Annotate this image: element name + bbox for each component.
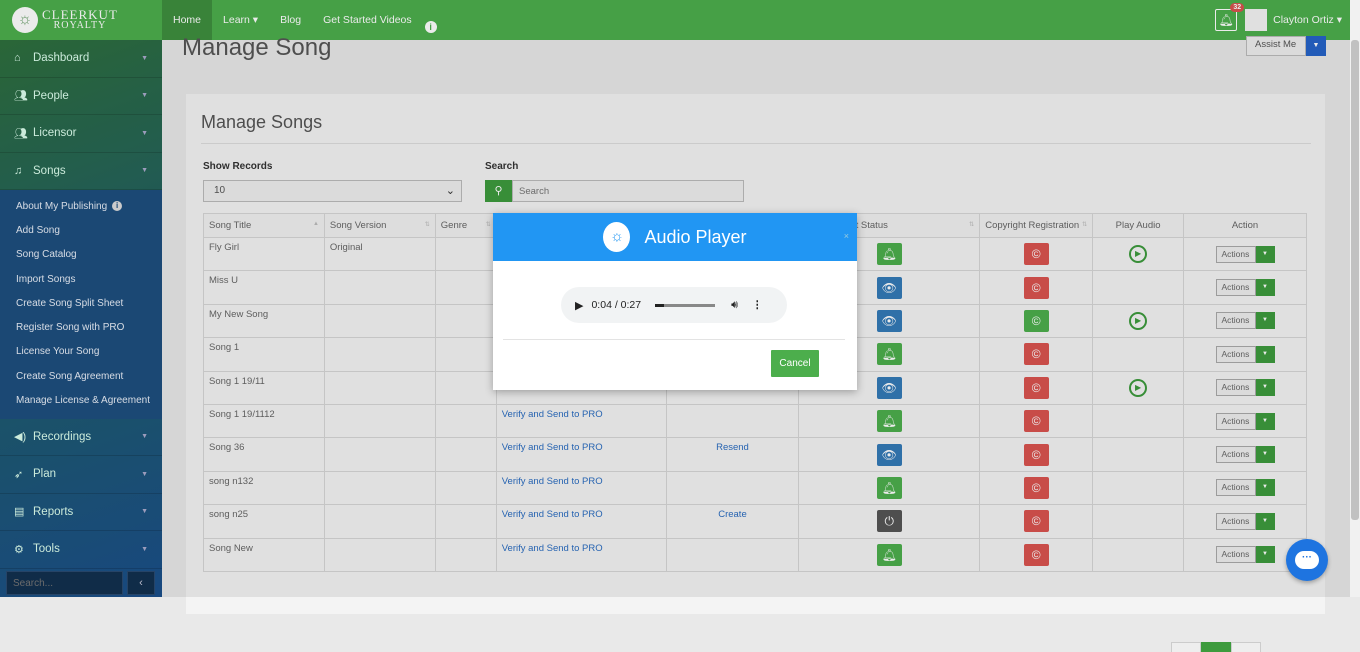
audio-player-modal: ☼ Audio Player × ▶ 0:04 / 0:27 🔊︎ ⋮ Canc…: [493, 213, 857, 390]
close-icon[interactable]: ×: [844, 231, 849, 241]
pager-current[interactable]: [1201, 642, 1231, 652]
pager-prev[interactable]: [1171, 642, 1201, 652]
chat-icon: ···: [1295, 551, 1319, 569]
chat-button[interactable]: ···: [1286, 539, 1328, 581]
volume-icon[interactable]: 🔊︎: [731, 299, 738, 312]
audio-progress-bar[interactable]: [655, 303, 716, 307]
play-icon[interactable]: ▶: [575, 299, 583, 312]
pagination: [1171, 642, 1331, 652]
pager-next[interactable]: [1231, 642, 1261, 652]
scrollbar[interactable]: [1350, 0, 1360, 597]
audio-time: 0:04 / 0:27: [591, 299, 642, 311]
lion-logo-icon: ☼: [603, 222, 631, 252]
cancel-button[interactable]: Cancel: [771, 350, 819, 377]
modal-title: Audio Player: [644, 226, 747, 247]
more-options-icon[interactable]: ⋮: [752, 299, 763, 311]
audio-player[interactable]: ▶ 0:04 / 0:27 🔊︎ ⋮: [561, 287, 787, 323]
